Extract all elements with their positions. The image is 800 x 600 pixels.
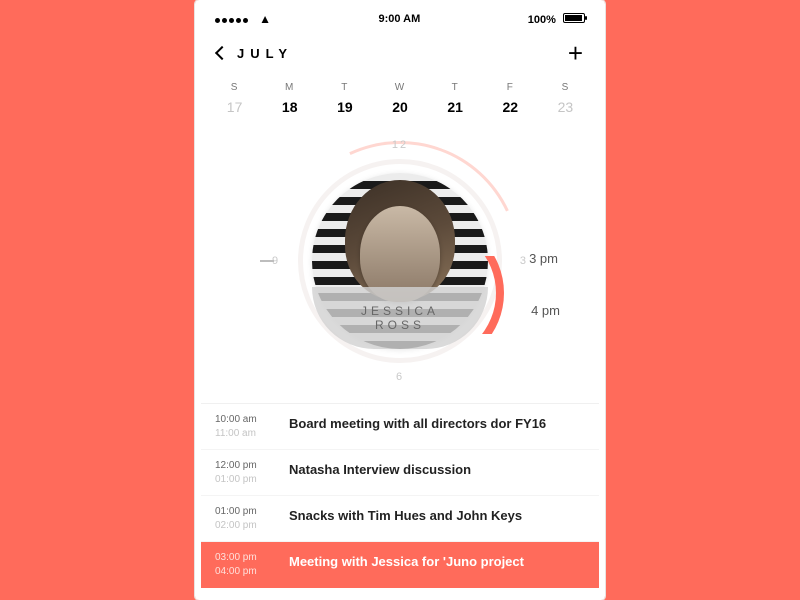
date-row: 17 18 19 20 21 22 23 xyxy=(201,95,599,125)
clock-dial[interactable]: 12 6 9 3 JESSICA ROSS 3 pm 4 pm xyxy=(270,131,530,391)
dow: W xyxy=(372,82,427,93)
date-cell[interactable]: 18 xyxy=(262,99,317,115)
wifi-icon: ▲ xyxy=(259,12,271,26)
event-row[interactable]: 10:00 am11:00 am Board meeting with all d… xyxy=(201,404,599,450)
event-time: 12:00 pm01:00 pm xyxy=(215,460,275,485)
event-row[interactable]: 03:00 pm04:00 pm'Athena' project review xyxy=(201,588,599,600)
hour-label: 3 xyxy=(520,255,528,267)
phone-frame: ▲ 9:00 AM 100% JULY + S M T W T F S 17 1… xyxy=(195,0,605,600)
back-button[interactable]: JULY xyxy=(217,46,293,61)
weekday-header: S M T W T F S xyxy=(201,70,599,95)
add-event-button[interactable]: + xyxy=(568,40,583,66)
status-battery: 100% xyxy=(528,13,585,26)
event-row[interactable]: 03:00 pm04:00 pm Meeting with Jessica for… xyxy=(201,542,599,588)
date-cell[interactable]: 19 xyxy=(317,99,372,115)
event-title: Snacks with Tim Hues and John Keys xyxy=(289,506,522,523)
status-bar: ▲ 9:00 AM 100% xyxy=(201,6,599,32)
busy-arc xyxy=(466,256,504,334)
signal-icon: ▲ xyxy=(215,12,271,26)
arc-label: 3 pm xyxy=(529,251,558,266)
hour-label: 6 xyxy=(396,371,404,383)
event-row[interactable]: 01:00 pm02:00 pm Snacks with Tim Hues and… xyxy=(201,496,599,542)
event-row[interactable]: 12:00 pm01:00 pm Natasha Interview discus… xyxy=(201,450,599,496)
date-cell[interactable]: 21 xyxy=(428,99,483,115)
dow: S xyxy=(207,82,262,93)
date-cell[interactable]: 22 xyxy=(483,99,538,115)
tick-icon xyxy=(260,260,274,262)
event-time: 03:00 pm04:00 pm xyxy=(215,552,275,577)
event-title: Board meeting with all directors dor FY1… xyxy=(289,414,546,431)
dow: S xyxy=(538,82,593,93)
date-cell[interactable]: 20 xyxy=(372,99,427,115)
status-time: 9:00 AM xyxy=(378,13,420,25)
chevron-left-icon xyxy=(215,46,229,60)
dow: M xyxy=(262,82,317,93)
dow: T xyxy=(428,82,483,93)
dow: F xyxy=(483,82,538,93)
month-label: JULY xyxy=(237,46,293,61)
event-list: 10:00 am11:00 am Board meeting with all d… xyxy=(201,403,599,600)
event-time: 10:00 am11:00 am xyxy=(215,414,275,439)
battery-icon xyxy=(563,13,585,23)
date-cell[interactable]: 17 xyxy=(207,99,262,115)
event-title: Meeting with Jessica for 'Juno project xyxy=(289,552,524,569)
hour-label: 12 xyxy=(392,139,408,151)
date-cell[interactable]: 23 xyxy=(538,99,593,115)
dow: T xyxy=(317,82,372,93)
arc-label: 4 pm xyxy=(531,303,560,318)
navbar: JULY + xyxy=(201,32,599,70)
event-time: 01:00 pm02:00 pm xyxy=(215,506,275,531)
event-title: Natasha Interview discussion xyxy=(289,460,471,477)
